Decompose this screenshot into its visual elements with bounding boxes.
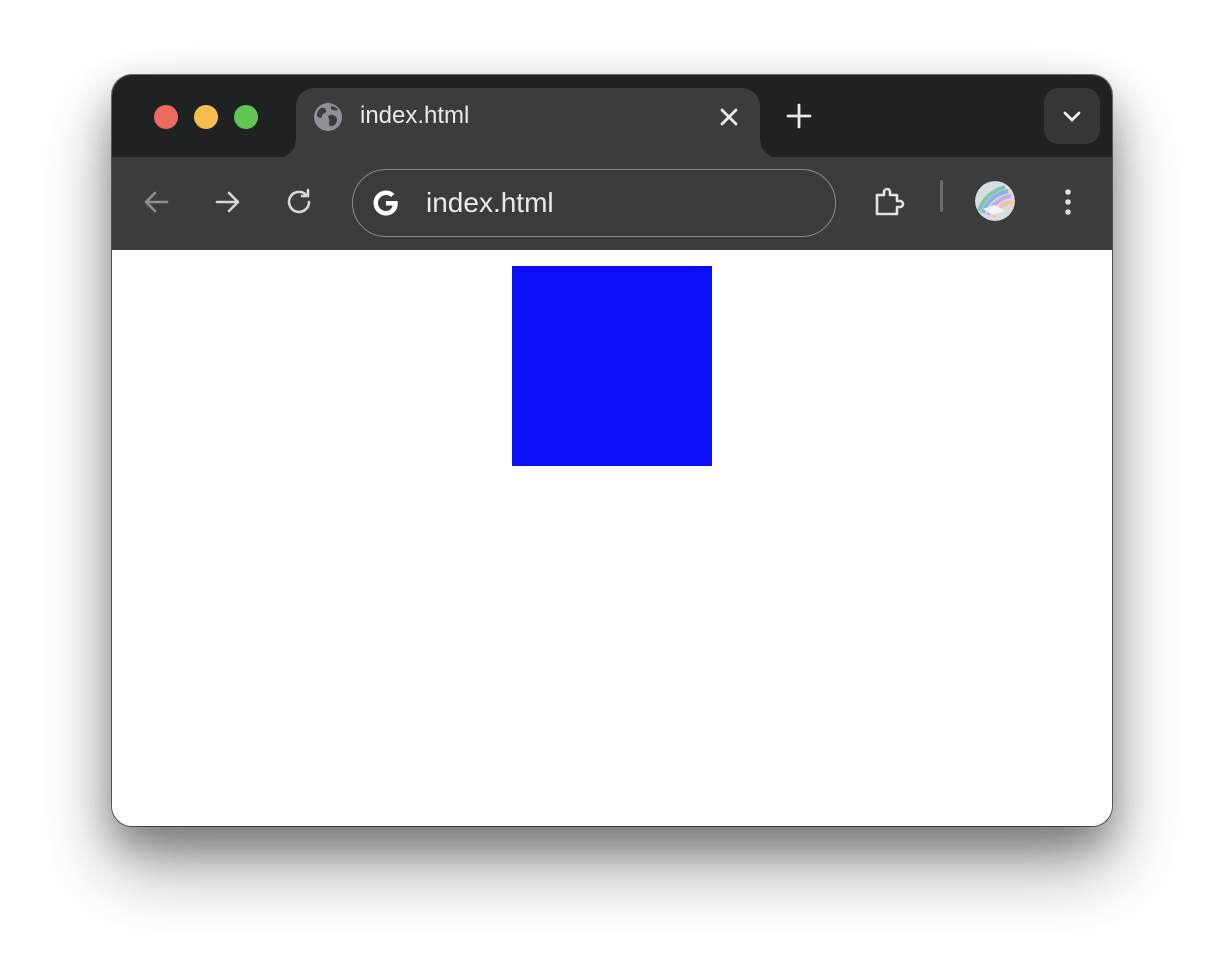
active-tab[interactable]: index.html — [278, 88, 778, 158]
new-tab-icon[interactable] — [784, 101, 814, 131]
reload-button[interactable] — [280, 182, 320, 222]
blue-square — [512, 266, 712, 466]
more-menu-button[interactable] — [1048, 182, 1088, 222]
tab-title: index.html — [360, 102, 470, 129]
extensions-button[interactable] — [868, 182, 908, 222]
tab-strip: index.html — [112, 75, 1112, 158]
maximize-window-button[interactable] — [234, 105, 258, 129]
toolbar-divider — [940, 180, 943, 212]
close-window-button[interactable] — [154, 105, 178, 129]
google-g-icon — [373, 190, 398, 216]
globe-icon — [314, 103, 342, 131]
puzzle-piece-icon — [875, 187, 905, 216]
tab-search-button[interactable] — [1044, 88, 1100, 144]
browser-window: index.html index.html — [112, 75, 1112, 826]
profile-avatar[interactable] — [975, 181, 1015, 221]
minimize-window-button[interactable] — [194, 105, 218, 129]
chevron-down-icon — [1063, 111, 1081, 122]
profile-avatar-image — [975, 181, 1015, 221]
address-bar[interactable]: index.html — [352, 169, 836, 237]
back-button[interactable] — [136, 182, 176, 222]
forward-button[interactable] — [208, 182, 248, 222]
kebab-menu-icon — [1065, 189, 1071, 215]
page-content — [112, 250, 1112, 826]
reload-icon — [287, 188, 311, 214]
toolbar: index.html — [112, 157, 1112, 250]
arrow-left-icon — [144, 191, 169, 213]
arrow-right-icon — [215, 191, 240, 213]
close-tab-icon[interactable] — [716, 104, 742, 130]
url-text: index.html — [426, 187, 554, 218]
